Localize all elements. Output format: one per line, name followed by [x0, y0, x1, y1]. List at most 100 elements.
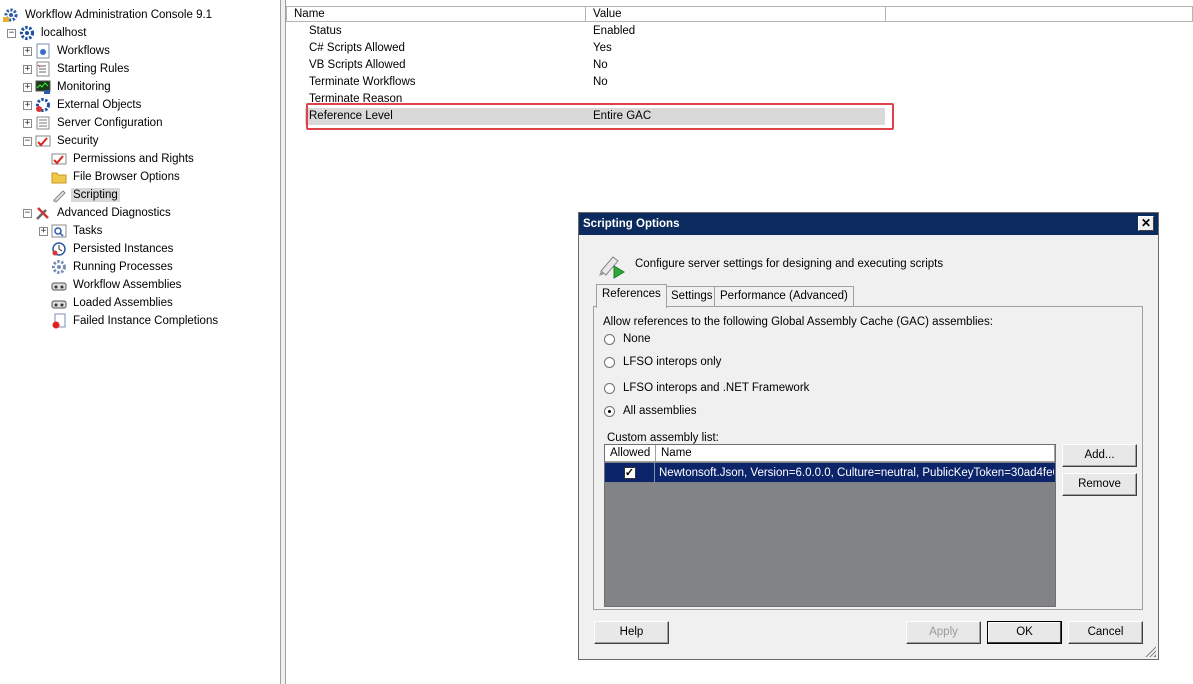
column-header-filler — [886, 6, 1193, 22]
list-header: Name Value — [286, 6, 1193, 22]
column-header-name[interactable]: Name — [286, 6, 586, 22]
tree-item-server-configuration[interactable]: + Server Configuration — [23, 114, 164, 132]
dialog-title[interactable]: Scripting Options — [579, 213, 1158, 235]
references-tab-panel: Allow references to the following Global… — [593, 306, 1143, 610]
tree-item-security[interactable]: − Security — [23, 132, 101, 150]
option-label: All assemblies — [623, 405, 697, 417]
apply-button[interactable]: Apply — [906, 621, 981, 644]
assembly-icon — [51, 295, 67, 311]
custom-assembly-grid[interactable]: Allowed Name ✓ Newtonsoft.Json, Version=… — [604, 444, 1056, 607]
tree-item-scripting[interactable]: Scripting — [51, 186, 120, 204]
column-header-value[interactable]: Value — [586, 6, 886, 22]
expand-icon[interactable]: + — [23, 82, 32, 92]
tree-item-label: Starting Rules — [57, 63, 130, 75]
tree-item-starting-rules[interactable]: + Starting Rules — [23, 60, 131, 78]
ok-button[interactable]: OK — [987, 621, 1062, 644]
custom-assembly-list-label: Custom assembly list: — [607, 432, 719, 444]
grid-header: Allowed Name — [605, 445, 1055, 462]
tree-item-advanced-diagnostics[interactable]: − Advanced Diagnostics — [23, 204, 173, 222]
option-lfso-interops-net[interactable]: LFSO interops and .NET Framework — [604, 382, 809, 394]
assembly-name: Newtonsoft.Json, Version=6.0.0.0, Cultur… — [659, 466, 1054, 479]
tree-item-label: File Browser Options — [73, 171, 180, 183]
server-gear-icon — [19, 25, 35, 41]
annotation-highlight-box — [306, 103, 894, 130]
collapse-icon[interactable]: − — [7, 28, 16, 38]
tree-item-label: Monitoring — [57, 81, 111, 93]
tab-references[interactable]: References — [596, 284, 667, 308]
grid-column-name[interactable]: Name — [656, 445, 1055, 462]
remove-button[interactable]: Remove — [1062, 473, 1137, 496]
expand-icon[interactable]: + — [23, 46, 32, 56]
tree-item-monitoring[interactable]: + Monitoring — [23, 78, 113, 96]
option-none[interactable]: None — [604, 333, 651, 345]
scripting-options-dialog: Scripting Options ✕ Configure server set… — [578, 212, 1159, 660]
server-configuration-icon — [35, 115, 51, 131]
tree-item-label: Workflow Assemblies — [73, 279, 182, 291]
list-row[interactable]: Status Enabled — [305, 23, 885, 40]
tab-performance-advanced[interactable]: Performance (Advanced) — [714, 286, 854, 307]
tab-settings[interactable]: Settings — [665, 286, 719, 307]
tree-item-running-processes[interactable]: Running Processes — [51, 258, 175, 276]
radio-button[interactable] — [604, 333, 615, 345]
tree-item-label: Advanced Diagnostics — [57, 207, 171, 219]
grid-column-allowed[interactable]: Allowed — [605, 445, 656, 462]
close-icon[interactable]: ✕ — [1138, 216, 1154, 231]
tree-server[interactable]: − localhost — [7, 24, 88, 42]
tree-item-label: Security — [57, 135, 99, 147]
radio-button[interactable] — [604, 356, 615, 368]
console-gear-icon — [3, 7, 19, 23]
row-name: VB Scripts Allowed — [309, 59, 406, 71]
option-all-assemblies[interactable]: All assemblies — [604, 405, 697, 417]
tree-item-label: Server Configuration — [57, 117, 163, 129]
tree-item-permissions[interactable]: Permissions and Rights — [51, 150, 196, 168]
tree-item-persisted-instances[interactable]: Persisted Instances — [51, 240, 175, 258]
starting-rules-icon — [35, 61, 51, 77]
list-row[interactable]: Terminate Workflows No — [305, 74, 885, 91]
row-value: No — [593, 59, 608, 71]
tree-item-file-browser-options[interactable]: File Browser Options — [51, 168, 182, 186]
help-button[interactable]: Help — [594, 621, 669, 644]
tree-item-failed-instance-completions[interactable]: Failed Instance Completions — [51, 312, 220, 330]
row-name: Status — [309, 25, 342, 37]
tree-item-label: Tasks — [73, 225, 103, 237]
scripting-icon — [597, 251, 627, 281]
row-value: Yes — [593, 42, 612, 54]
collapse-icon[interactable]: − — [23, 208, 32, 218]
cancel-button[interactable]: Cancel — [1068, 621, 1143, 644]
resize-grip[interactable] — [1144, 645, 1156, 657]
workflows-icon — [35, 43, 51, 59]
allowed-checkbox[interactable]: ✓ — [623, 466, 636, 479]
tree-item-tasks[interactable]: + Tasks — [39, 222, 104, 240]
expand-icon[interactable]: + — [23, 100, 32, 110]
running-processes-icon — [51, 259, 67, 275]
assembly-row[interactable]: ✓ Newtonsoft.Json, Version=6.0.0.0, Cult… — [605, 463, 1055, 482]
tree-item-external-objects[interactable]: + External Objects — [23, 96, 143, 114]
tools-icon — [35, 205, 51, 221]
expand-icon[interactable]: + — [23, 64, 32, 74]
scripting-icon — [51, 187, 67, 203]
add-button[interactable]: Add... — [1062, 444, 1137, 467]
tasks-icon — [51, 223, 67, 239]
tree-item-loaded-assemblies[interactable]: Loaded Assemblies — [51, 294, 175, 312]
list-row[interactable]: VB Scripts Allowed No — [305, 57, 885, 74]
security-icon — [35, 133, 51, 149]
tree-item-label: Loaded Assemblies — [73, 297, 173, 309]
option-lfso-interops-only[interactable]: LFSO interops only — [604, 356, 721, 368]
tree-item-workflows[interactable]: + Workflows — [23, 42, 112, 60]
expand-icon[interactable]: + — [39, 226, 48, 236]
gac-prompt: Allow references to the following Global… — [603, 316, 993, 328]
tree-item-label: Failed Instance Completions — [73, 315, 219, 327]
tree-root-label: Workflow Administration Console 9.1 — [25, 9, 213, 21]
tree-item-label: Scripting — [71, 188, 120, 202]
tree-item-workflow-assemblies[interactable]: Workflow Assemblies — [51, 276, 183, 294]
tree-root[interactable]: Workflow Administration Console 9.1 — [3, 6, 214, 24]
list-row[interactable]: C# Scripts Allowed Yes — [305, 40, 885, 57]
row-value: Enabled — [593, 25, 636, 37]
radio-button-selected[interactable] — [604, 405, 615, 417]
folder-icon — [51, 169, 67, 185]
tree-server-label: localhost — [41, 27, 87, 39]
radio-button[interactable] — [604, 382, 615, 394]
collapse-icon[interactable]: − — [23, 136, 32, 146]
option-label: LFSO interops and .NET Framework — [623, 382, 810, 394]
expand-icon[interactable]: + — [23, 118, 32, 128]
